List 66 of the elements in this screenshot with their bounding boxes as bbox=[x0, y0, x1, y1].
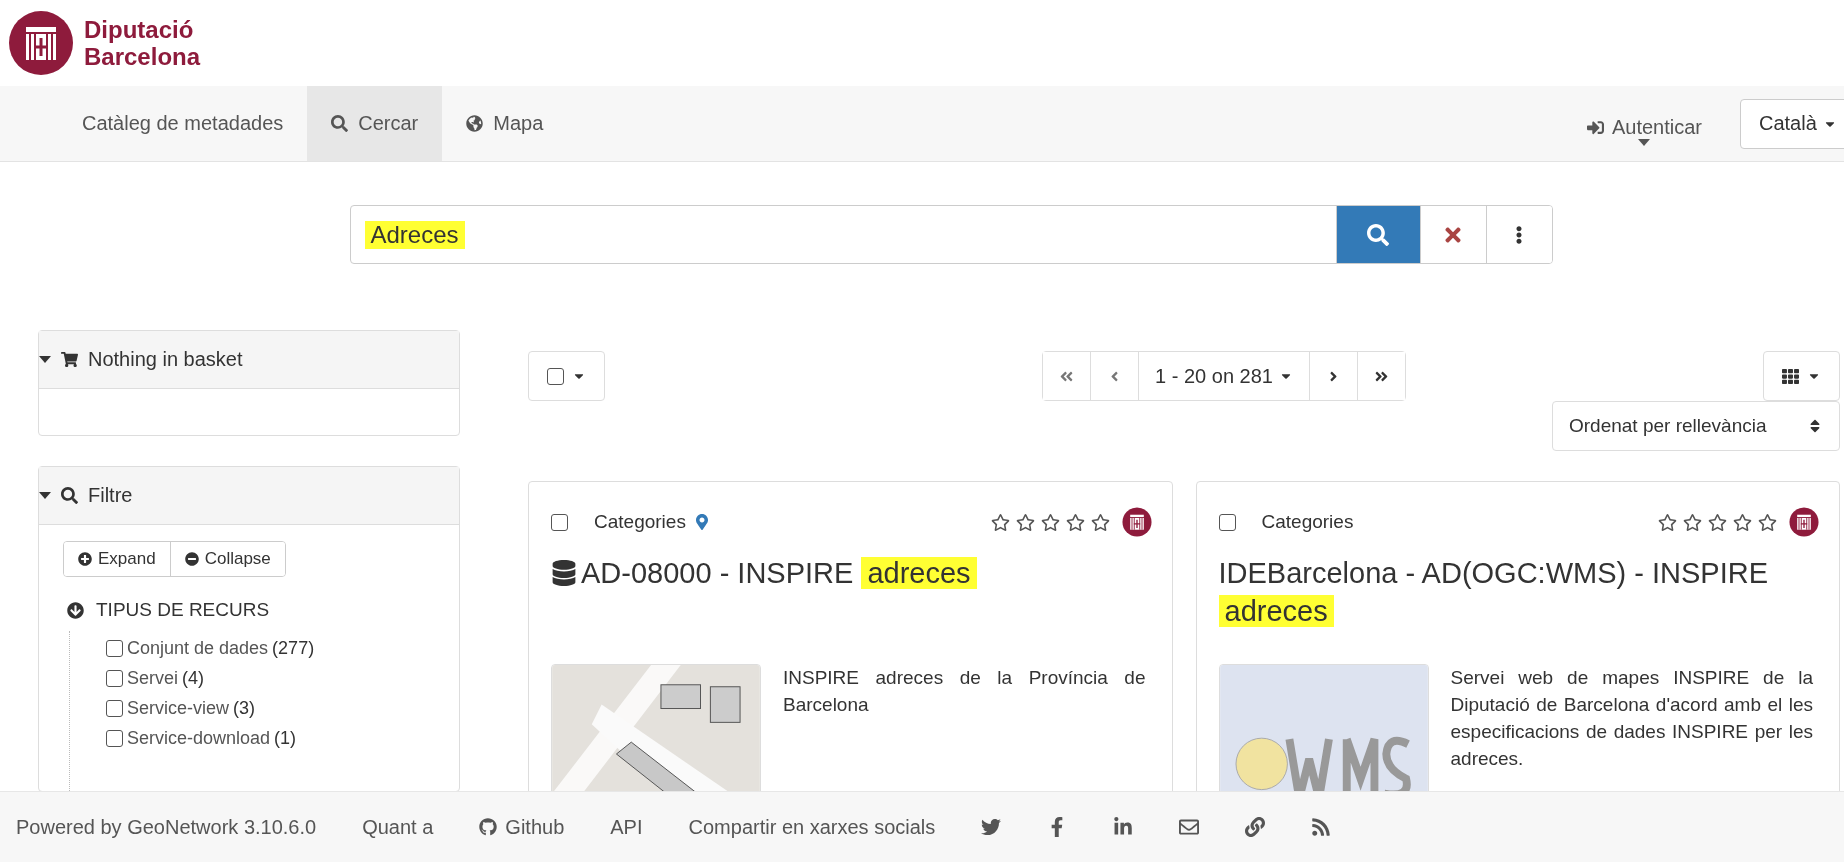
github-cat-icon bbox=[479, 818, 498, 836]
in-letter-icon[interactable] bbox=[1113, 817, 1134, 837]
checkbox[interactable] bbox=[106, 639, 123, 657]
star-icon bbox=[990, 512, 1010, 532]
star-icon bbox=[1708, 512, 1727, 532]
facet-label[interactable]: Service-view bbox=[127, 695, 230, 721]
cart-icon bbox=[61, 351, 78, 368]
record-description: Servei web de mapes INSPIRE de la Diputació de Barcelona d'acord amb el les especificacions de dades INSPIRE per les adreces. bbox=[1450, 666, 1814, 771]
record-title[interactable]: IDEBarcelona - AD(OGC:WMS) - INSPIRE adreces bbox=[1218, 554, 1819, 630]
facet-count: (277) bbox=[272, 637, 315, 660]
crest-logo-icon bbox=[1789, 507, 1819, 537]
database-icon bbox=[551, 560, 577, 586]
nav-tab[interactable]: Mapa bbox=[442, 86, 568, 161]
footer-link[interactable]: Github bbox=[479, 815, 565, 839]
facet-label[interactable]: Servei bbox=[127, 665, 179, 691]
sign-in-icon bbox=[1586, 118, 1604, 136]
facet-count: (1) bbox=[274, 727, 297, 750]
bird-icon[interactable] bbox=[981, 817, 1002, 837]
select-all-dropdown[interactable] bbox=[528, 351, 605, 401]
share-label: Compartir en xarxes socials bbox=[688, 815, 936, 839]
facet-label[interactable]: Conjunt de dades bbox=[127, 635, 269, 661]
search-icon bbox=[331, 115, 349, 132]
star-icon bbox=[1683, 512, 1702, 532]
facet-label[interactable]: Service-download bbox=[127, 725, 271, 751]
panel-title[interactable]: Filtre bbox=[88, 484, 133, 507]
grid-icon bbox=[1782, 367, 1799, 385]
footer-link[interactable]: API bbox=[610, 815, 643, 839]
crest-logo-icon bbox=[1121, 507, 1152, 537]
facet-count: (3) bbox=[233, 697, 256, 720]
collapse-button[interactable]: Collapse bbox=[169, 542, 285, 576]
logo-text: Diputació Barcelona bbox=[84, 16, 201, 70]
facet-title[interactable]: TIPUS DE RECURS bbox=[96, 599, 270, 621]
layout-dropdown[interactable] bbox=[1763, 351, 1840, 401]
categories-label[interactable]: Categories bbox=[594, 511, 686, 533]
star-icon bbox=[1658, 512, 1677, 532]
checkbox[interactable] bbox=[1218, 513, 1236, 531]
categories-label[interactable]: Categories bbox=[1261, 511, 1354, 533]
last-page-button[interactable] bbox=[1356, 352, 1405, 400]
link-icon[interactable] bbox=[1245, 817, 1266, 837]
nav-tab[interactable]: Catàleg de metadades bbox=[58, 86, 308, 161]
language-dropdown[interactable]: Català bbox=[1740, 98, 1844, 149]
login-link[interactable]: Autenticar bbox=[1586, 101, 1702, 146]
nav-tab[interactable]: Cercar bbox=[307, 86, 443, 161]
powered-by-text: Powered by GeoNetwork 3.10.6.0 bbox=[16, 815, 317, 839]
footer-link[interactable]: Quant a bbox=[362, 815, 434, 839]
globe-icon bbox=[466, 115, 484, 132]
star-icon bbox=[1040, 512, 1060, 532]
checkbox[interactable] bbox=[106, 669, 123, 687]
star-icon bbox=[1758, 512, 1777, 532]
star-icon bbox=[1065, 512, 1085, 532]
record-description: INSPIRE adreces de la Província de Barcelona bbox=[783, 666, 1147, 717]
rss-icon[interactable] bbox=[1311, 817, 1332, 837]
search-icon bbox=[61, 487, 78, 504]
star-icon bbox=[1090, 512, 1110, 532]
sort-dropdown[interactable]: Ordenat per rellevància bbox=[1552, 401, 1840, 451]
panel-title[interactable]: Nothing in basket bbox=[88, 348, 243, 371]
star-icon bbox=[1733, 512, 1752, 532]
caret-icon bbox=[1638, 138, 1651, 146]
star-icon bbox=[1015, 512, 1035, 532]
checkbox[interactable] bbox=[551, 513, 568, 531]
envelope-icon[interactable] bbox=[1179, 817, 1200, 837]
crest-logo-icon bbox=[8, 10, 74, 76]
facet-count: (4) bbox=[182, 667, 205, 690]
record-title[interactable]: AD-08000 - INSPIRE adreces bbox=[551, 554, 1152, 630]
checkbox[interactable] bbox=[106, 699, 123, 717]
checkbox[interactable] bbox=[106, 729, 123, 747]
